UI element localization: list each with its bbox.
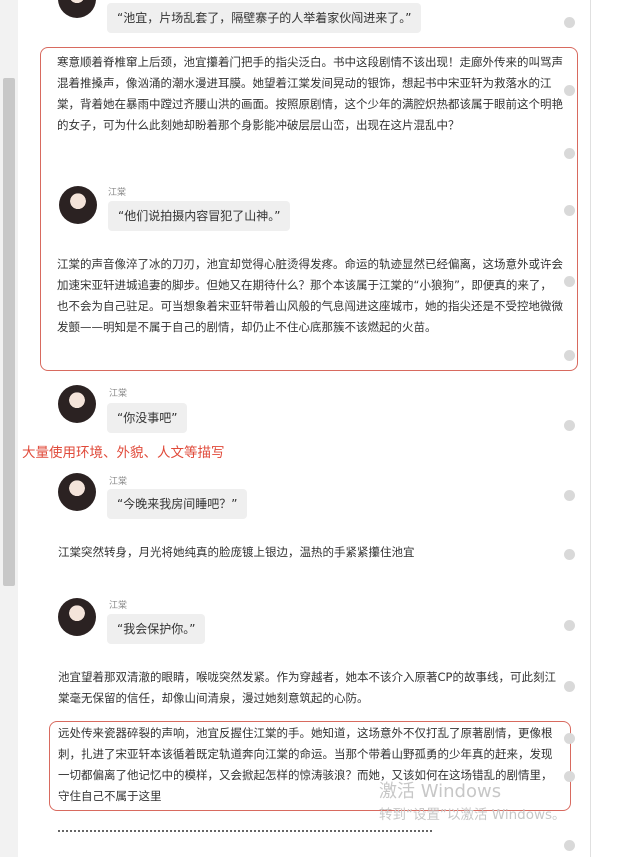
chat-bubble: “他们说拍摄内容冒犯了山神。” (108, 201, 291, 231)
left-scrollbar-track[interactable] (0, 0, 18, 857)
avatar (58, 473, 96, 511)
paragraph: 江棠突然转身，月光将她纯真的脸庞镀上银边，温热的手紧紧攥住池宜 (58, 545, 415, 559)
left-scrollbar-thumb[interactable] (3, 78, 15, 586)
speaker-name: 江棠 (109, 477, 128, 487)
right-divider (590, 0, 591, 857)
chat-bubble: “我会保护你。” (107, 614, 206, 644)
comment-marker[interactable] (564, 733, 575, 744)
avatar (58, 385, 96, 423)
avatar (59, 186, 97, 224)
comment-marker[interactable] (564, 350, 575, 361)
activation-watermark-title: 激活 Windows (379, 781, 502, 802)
comment-marker[interactable] (564, 549, 575, 560)
chat-bubble: “你没事吧” (107, 403, 188, 433)
annotation-note: 大量使用环境、外貌、人文等描写 (22, 445, 225, 461)
comment-marker[interactable] (564, 490, 575, 501)
comment-marker[interactable] (564, 620, 575, 631)
speaker-name: 江棠 (109, 389, 128, 399)
highlight-box-1: 寒意顺着脊椎窜上后颈，池宜攥着门把手的指尖泛白。书中这段剧情不该出现！走廊外传来… (40, 47, 578, 371)
speaker-name: 江棠 (108, 188, 127, 198)
chat-bubble: “今晚来我房间睡吧？” (107, 489, 248, 519)
comment-marker[interactable] (564, 771, 575, 782)
comment-marker[interactable] (564, 276, 575, 287)
avatar (58, 598, 96, 636)
comment-marker[interactable] (564, 17, 575, 28)
comment-marker[interactable] (564, 420, 575, 431)
chat-bubble-top: “池宜，片场乱套了，隔壁寨子的人举着家伙闯进来了。” (107, 3, 422, 33)
comment-marker[interactable] (564, 85, 575, 96)
comment-marker[interactable] (564, 681, 575, 692)
paragraph: 池宜望着那双清澈的眼睛，喉咙突然发紧。作为穿越者，她本不该介入原著CP的故事线，… (58, 670, 556, 705)
paragraph: 寒意顺着脊椎窜上后颈，池宜攥着门把手的指尖泛白。书中这段剧情不该出现！走廊外传来… (57, 55, 563, 132)
comment-marker[interactable] (564, 840, 575, 851)
comment-marker[interactable] (564, 205, 575, 216)
speaker-name: 江棠 (109, 601, 128, 611)
activation-watermark-hint: 转到“设置”以激活 Windows。 (379, 807, 566, 823)
paragraph: 江棠的声音像淬了冰的刀刃，池宜却觉得心脏烫得发疼。命运的轨迹显然已经偏离，这场意… (57, 257, 563, 334)
section-divider (58, 830, 432, 832)
avatar (58, 0, 96, 18)
comment-marker[interactable] (564, 148, 575, 159)
